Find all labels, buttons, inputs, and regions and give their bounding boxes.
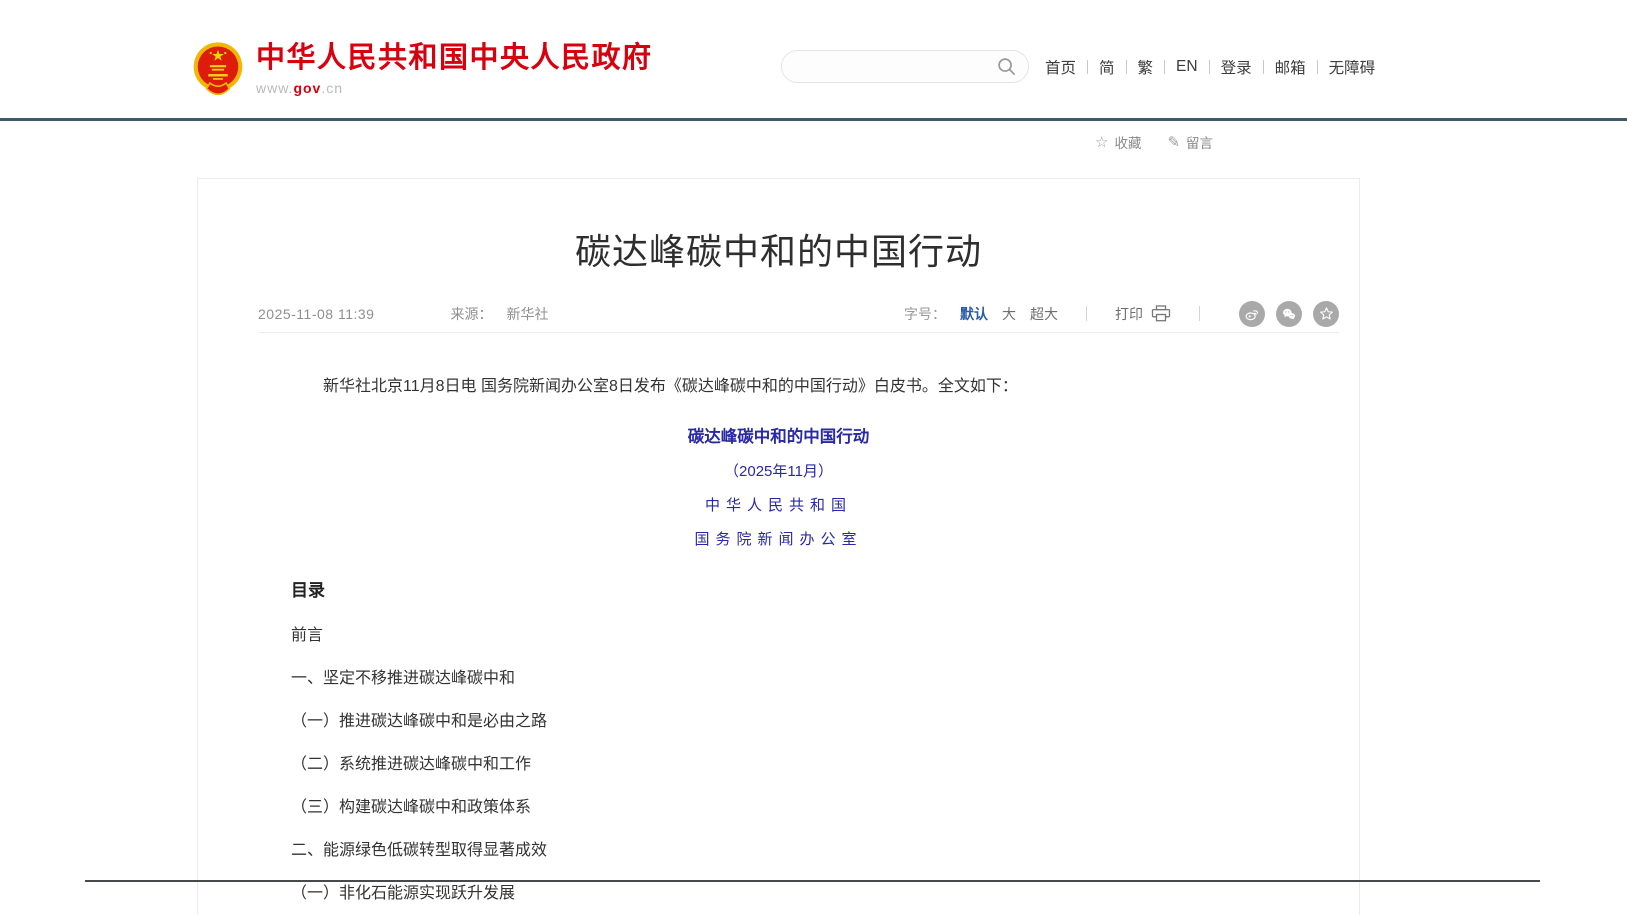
share-wechat-button[interactable]: [1276, 301, 1302, 327]
search-icon[interactable]: [997, 57, 1016, 76]
message-label: 留言: [1186, 132, 1213, 152]
toolbar-separator: [1199, 306, 1200, 321]
nav-separator: [1317, 60, 1318, 74]
doc-org-line-1: 中华人民共和国: [291, 494, 1266, 515]
article-meta-left: 2025-11-08 11:39 来源： 新华社: [258, 304, 548, 324]
page-actions: ☆ 收藏 ✎ 留言: [1095, 132, 1213, 152]
site-header: 中华人民共和国中央人民政府 www.gov.cn 首页 简 繁 EN 登录 邮箱: [0, 0, 1627, 118]
nav-separator: [1164, 60, 1165, 74]
nav-mail[interactable]: 邮箱: [1275, 56, 1306, 78]
top-nav: 首页 简 繁 EN 登录 邮箱 无障碍: [1045, 55, 1375, 79]
nav-separator: [1209, 60, 1210, 74]
footer-divider: [85, 880, 1540, 882]
nav-traditional[interactable]: 繁: [1138, 56, 1154, 78]
doc-org-line-2: 国务院新闻办公室: [291, 528, 1266, 549]
print-label: 打印: [1115, 304, 1143, 324]
share-more-button[interactable]: [1313, 301, 1339, 327]
search-box: [781, 50, 1029, 83]
printer-icon: [1151, 305, 1171, 322]
nav-accessibility[interactable]: 无障碍: [1329, 56, 1376, 78]
font-size-label: 字号：: [904, 304, 946, 324]
font-size-xlarge[interactable]: 超大: [1030, 304, 1058, 324]
nav-separator: [1087, 60, 1088, 74]
pencil-icon: ✎: [1167, 133, 1180, 151]
toc-item-1-1: （一）推进碳达峰碳中和是必由之路: [291, 714, 1266, 730]
nav-separator: [1263, 60, 1264, 74]
article-card: 碳达峰碳中和的中国行动 2025-11-08 11:39 来源： 新华社 字号：…: [197, 178, 1360, 915]
doc-date: （2025年11月）: [291, 460, 1266, 481]
toc-item-2-1: （一）非化石能源实现跃升发展: [291, 886, 1266, 902]
font-size-default[interactable]: 默认: [960, 304, 988, 324]
national-emblem-icon: [192, 40, 244, 100]
site-url-link[interactable]: www.gov.cn: [256, 80, 343, 96]
url-gov: gov: [293, 80, 321, 96]
font-size-large[interactable]: 大: [1002, 304, 1016, 324]
toc-item-1-3: （三）构建碳达峰碳中和政策体系: [291, 800, 1266, 816]
nav-separator: [1126, 60, 1127, 74]
article-meta-row: 2025-11-08 11:39 来源： 新华社 字号： 默认 大 超大 打印: [258, 295, 1339, 333]
toc-item-1: 一、坚定不移推进碳达峰碳中和: [291, 671, 1266, 687]
star-outline-icon: ☆: [1095, 133, 1108, 151]
nav-home[interactable]: 首页: [1045, 56, 1076, 78]
wechat-icon: [1281, 306, 1297, 322]
article-title: 碳达峰碳中和的中国行动: [198, 223, 1359, 275]
print-button[interactable]: 打印: [1115, 304, 1171, 324]
message-button[interactable]: ✎ 留言: [1167, 132, 1213, 152]
toolbar-separator: [1086, 306, 1087, 321]
article-body: 新华社北京11月8日电 国务院新闻办公室8日发布《碳达峰碳中和的中国行动》白皮书…: [291, 375, 1266, 902]
nav-english[interactable]: EN: [1176, 58, 1198, 76]
url-cn: .cn: [321, 80, 343, 96]
article-meta-tools: 字号： 默认 大 超大 打印: [904, 301, 1339, 327]
toc-heading: 目录: [291, 576, 1266, 601]
source-value[interactable]: 新华社: [506, 304, 548, 324]
site-title: 中华人民共和国中央人民政府: [256, 42, 653, 74]
toc-item-2: 二、能源绿色低碳转型取得显著成效: [291, 843, 1266, 859]
search-input[interactable]: [782, 59, 997, 75]
site-logo[interactable]: 中华人民共和国中央人民政府 www.gov.cn: [192, 40, 653, 100]
weibo-icon: [1244, 306, 1260, 322]
intro-paragraph: 新华社北京11月8日电 国务院新闻办公室8日发布《碳达峰碳中和的中国行动》白皮书…: [291, 375, 1266, 399]
favorite-label: 收藏: [1114, 132, 1141, 152]
page: 中华人民共和国中央人民政府 www.gov.cn 首页 简 繁 EN 登录 邮箱: [0, 0, 1627, 915]
nav-login[interactable]: 登录: [1221, 56, 1252, 78]
publish-date: 2025-11-08 11:39: [258, 306, 374, 322]
toc-item-1-2: （二）系统推进碳达峰碳中和工作: [291, 757, 1266, 773]
url-www: www.: [256, 80, 293, 96]
toc-item-preface: 前言: [291, 628, 1266, 644]
favorite-button[interactable]: ☆ 收藏: [1095, 132, 1141, 152]
share-star-icon: [1319, 306, 1334, 321]
share-weibo-button[interactable]: [1239, 301, 1265, 327]
source-label: 来源：: [450, 304, 492, 324]
header-divider: [0, 118, 1627, 121]
nav-simplified[interactable]: 简: [1099, 56, 1115, 78]
doc-title: 碳达峰碳中和的中国行动: [291, 423, 1266, 447]
